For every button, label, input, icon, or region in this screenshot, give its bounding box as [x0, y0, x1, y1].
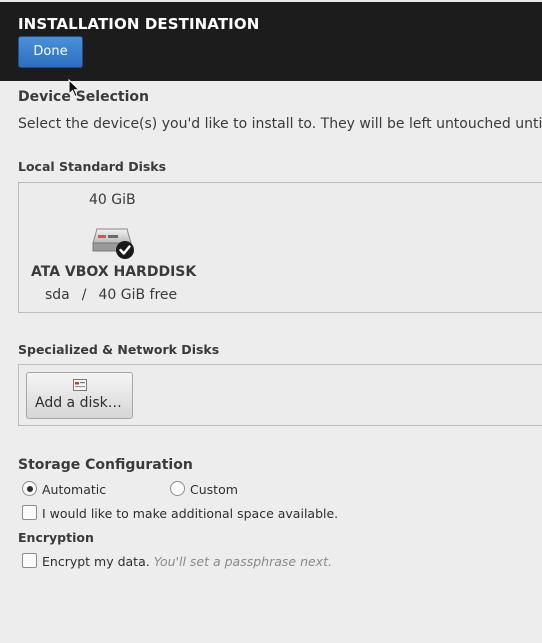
network-disks-panel: Add a disk… — [18, 364, 542, 426]
header-top-border — [0, 0, 542, 2]
disk-free-space: sda / 40 GiB free — [45, 287, 177, 303]
disk-size: 40 GiB — [89, 192, 136, 208]
custom-label[interactable]: Custom — [190, 482, 238, 497]
disk-tile-sda[interactable]: 40 GiB ATA VBOX HARDDISK sda / 40 GiB free — [19, 183, 209, 314]
automatic-label[interactable]: Automatic — [42, 482, 106, 497]
encrypt-label-row[interactable]: Encrypt my data. You'll set a passphrase … — [42, 554, 332, 569]
encrypt-label: Encrypt my data. — [42, 554, 150, 569]
disk-list-icon — [73, 379, 87, 391]
custom-radio[interactable] — [170, 481, 185, 496]
add-disk-button[interactable]: Add a disk… — [26, 372, 133, 419]
encrypt-checkbox[interactable] — [22, 553, 37, 568]
disk-separator: / — [81, 287, 87, 303]
local-disks-title: Local Standard Disks — [18, 159, 167, 174]
disk-device: sda — [45, 287, 70, 303]
local-disks-panel: 40 GiB ATA VBOX HARDDISK sda / 40 GiB free — [18, 182, 542, 313]
harddisk-icon — [92, 228, 134, 259]
automatic-radio[interactable] — [22, 481, 37, 496]
encryption-title: Encryption — [18, 530, 94, 545]
device-selection-title: Device Selection — [18, 89, 149, 105]
page-title: INSTALLATION DESTINATION — [18, 15, 260, 33]
done-button[interactable]: Done — [18, 36, 83, 68]
device-selection-description: Select the device(s) you'd like to insta… — [18, 116, 542, 132]
additional-space-label[interactable]: I would like to make additional space av… — [42, 506, 338, 521]
network-disks-title: Specialized & Network Disks — [18, 342, 220, 357]
disk-free-label: 40 GiB free — [98, 287, 178, 303]
add-disk-label: Add a disk… — [35, 395, 122, 411]
additional-space-checkbox[interactable] — [22, 505, 37, 520]
header-bar: INSTALLATION DESTINATION Done — [0, 0, 542, 81]
disk-name: ATA VBOX HARDDISK — [31, 264, 197, 280]
storage-configuration-title: Storage Configuration — [18, 457, 193, 473]
encrypt-hint: You'll set a passphrase next. — [153, 554, 332, 569]
